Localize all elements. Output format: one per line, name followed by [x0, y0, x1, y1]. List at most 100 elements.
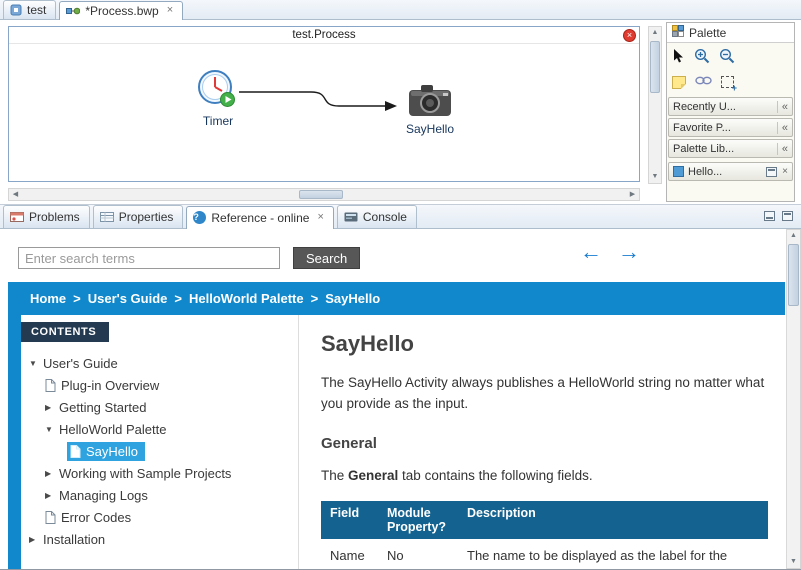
tab-properties[interactable]: Properties: [93, 205, 184, 228]
back-icon[interactable]: ←: [580, 241, 602, 263]
breadcrumb-home[interactable]: Home: [30, 291, 66, 306]
close-process-icon[interactable]: ×: [623, 29, 636, 42]
scroll-left-icon[interactable]: ◀: [9, 189, 22, 200]
table-row: Name No The name to be displayed as the …: [321, 539, 768, 565]
link-icon[interactable]: [695, 73, 712, 91]
scroll-up-icon[interactable]: ▲: [787, 230, 800, 242]
tree-item-managing-logs[interactable]: ▶ Managing Logs: [21, 484, 298, 506]
tree-item-plugin-overview[interactable]: Plug-in Overview: [21, 374, 298, 396]
palette-panel: Palette: [666, 22, 795, 202]
palette-section-library[interactable]: Palette Lib... «: [668, 139, 793, 158]
chevron-expanded-icon[interactable]: ▼: [29, 359, 43, 368]
horizontal-scroll-thumb[interactable]: [299, 190, 343, 199]
search-button[interactable]: Search: [293, 247, 360, 269]
maximize-icon[interactable]: [782, 211, 793, 221]
table-header-row: Field Module Property? Description: [321, 501, 768, 539]
camera-icon: [407, 107, 453, 121]
palette-section-label: Favorite P...: [673, 122, 777, 134]
palette-section-favorites[interactable]: Favorite P... «: [668, 118, 793, 137]
search-input[interactable]: [18, 247, 280, 269]
collapse-chevrons-icon[interactable]: «: [777, 101, 788, 113]
chevron-collapsed-icon[interactable]: ▶: [45, 469, 59, 478]
tab-process-bwp[interactable]: *Process.bwp ×: [59, 1, 183, 20]
views-tab-bar: Problems Properties ? Reference - online…: [0, 204, 801, 229]
process-canvas-body[interactable]: Timer: [9, 44, 639, 181]
maximize-icon[interactable]: [766, 167, 777, 177]
select-cursor-icon[interactable]: [672, 48, 685, 69]
console-icon: [344, 211, 358, 223]
tab-console[interactable]: Console: [337, 205, 417, 228]
cell-field-name: Name: [321, 539, 378, 565]
tree-item-helloworld-palette[interactable]: ▼ HelloWorld Palette: [21, 418, 298, 440]
transition-arrow[interactable]: [239, 88, 401, 114]
breadcrumb-helloworld-palette[interactable]: HelloWorld Palette: [189, 291, 304, 306]
process-canvas[interactable]: test.Process × Timer: [8, 26, 640, 182]
canvas-horizontal-scrollbar[interactable]: ◀ ▶: [8, 188, 640, 201]
collapse-chevrons-icon[interactable]: «: [777, 122, 788, 134]
marquee-select-icon[interactable]: [721, 76, 734, 88]
document-icon: [45, 511, 56, 524]
reference-vertical-scrollbar[interactable]: ▲ ▼: [786, 229, 801, 569]
note-icon[interactable]: [672, 76, 686, 89]
help-icon: ?: [193, 211, 206, 224]
cell-module-property: No: [378, 539, 458, 565]
tab-label: Properties: [119, 210, 174, 224]
tree-item-working-with-sample-projects[interactable]: ▶ Working with Sample Projects: [21, 462, 298, 484]
scroll-down-icon[interactable]: ▼: [649, 171, 661, 183]
palette-section-recently-used[interactable]: Recently U... «: [668, 97, 793, 116]
selected-highlight[interactable]: SayHello: [67, 442, 145, 461]
forward-icon[interactable]: →: [618, 241, 640, 263]
tab-test[interactable]: test: [3, 0, 56, 19]
chevron-collapsed-icon[interactable]: ▶: [45, 491, 59, 500]
close-icon[interactable]: ×: [317, 212, 323, 223]
tree-item-installation[interactable]: ▶ Installation: [21, 528, 298, 550]
palette-icon: [672, 25, 684, 40]
zoom-in-icon[interactable]: [694, 48, 710, 69]
canvas-vertical-scrollbar[interactable]: ▲ ▼: [648, 26, 662, 184]
breadcrumb-users-guide[interactable]: User's Guide: [88, 291, 168, 306]
tree-item-label: Managing Logs: [59, 488, 148, 503]
process-editor-area: test.Process × Timer: [0, 20, 801, 204]
collapse-chevrons-icon[interactable]: «: [777, 143, 788, 155]
article-title: SayHello: [321, 331, 785, 357]
activity-label: SayHello: [389, 122, 471, 136]
properties-icon: [100, 211, 114, 223]
breadcrumb-separator: >: [174, 291, 182, 306]
help-article: SayHello The SayHello Activity always pu…: [298, 315, 785, 569]
scroll-right-icon[interactable]: ▶: [626, 189, 639, 200]
tab-problems[interactable]: Problems: [3, 205, 90, 228]
helloworld-palette-icon: [673, 166, 684, 177]
palette-section-label: Palette Lib...: [673, 143, 777, 155]
general-description: The General tab contains the following f…: [321, 466, 766, 487]
problems-icon: [10, 211, 24, 223]
breadcrumb-separator: >: [311, 291, 319, 306]
tree-item-getting-started[interactable]: ▶ Getting Started: [21, 396, 298, 418]
tab-reference-online[interactable]: ? Reference - online ×: [186, 206, 334, 229]
sayhello-activity-node[interactable]: SayHello: [389, 82, 471, 136]
reference-panel: Search ← → Home > User's Guide > HelloWo…: [0, 229, 801, 569]
tree-item-label: HelloWorld Palette: [59, 422, 166, 437]
tree-item-error-codes[interactable]: Error Codes: [21, 506, 298, 528]
tree-item-sayhello[interactable]: SayHello: [21, 440, 298, 462]
palette-section-label: Recently U...: [673, 101, 777, 113]
breadcrumb-sayhello[interactable]: SayHello: [325, 291, 380, 306]
zoom-out-icon[interactable]: [719, 48, 735, 69]
close-icon[interactable]: ×: [782, 166, 788, 177]
general-text-prefix: The: [321, 468, 348, 483]
process-tab-icon: [66, 5, 80, 17]
table-header-module-property: Module Property?: [378, 501, 458, 539]
chevron-collapsed-icon[interactable]: ▶: [29, 535, 43, 544]
vertical-scroll-thumb[interactable]: [650, 41, 660, 93]
close-icon[interactable]: ×: [167, 5, 173, 16]
chevron-collapsed-icon[interactable]: ▶: [45, 403, 59, 412]
vertical-scroll-thumb[interactable]: [788, 244, 799, 306]
palette-header[interactable]: Palette: [667, 23, 794, 43]
scroll-down-icon[interactable]: ▼: [787, 556, 800, 568]
tree-item-users-guide[interactable]: ▼ User's Guide: [21, 352, 298, 374]
minimize-icon[interactable]: [764, 211, 775, 221]
table-header-description: Description: [458, 501, 768, 539]
scroll-up-icon[interactable]: ▲: [649, 27, 661, 39]
palette-title: Palette: [689, 26, 726, 40]
palette-drawer-helloworld[interactable]: Hello... ×: [668, 162, 793, 181]
chevron-expanded-icon[interactable]: ▼: [45, 425, 59, 434]
